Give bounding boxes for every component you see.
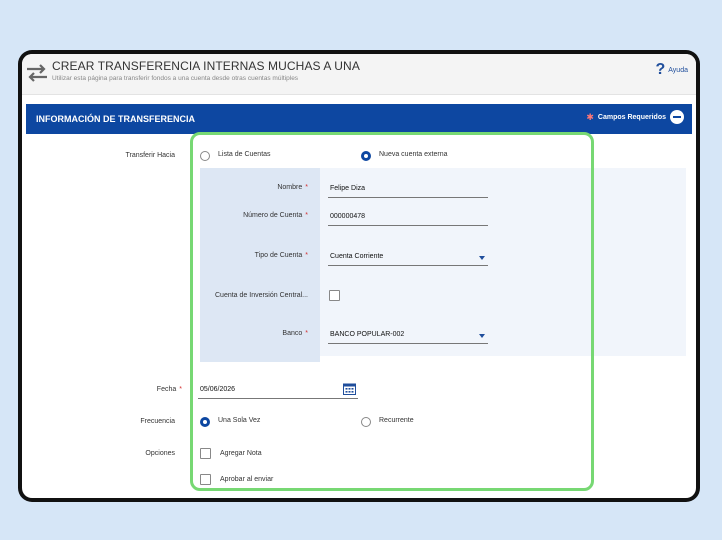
date-field[interactable]: 05/06/2026	[200, 386, 235, 393]
options-label: Opciones	[145, 450, 175, 457]
add-note-checkbox[interactable]	[200, 448, 211, 459]
required-fields-toggle[interactable]: ✱ Campos Requeridos	[586, 110, 684, 124]
account-type-select[interactable]: Cuenta Corriente	[330, 253, 383, 260]
transfer-to-label: Transferir Hacia	[125, 152, 175, 159]
approve-on-send-label: Aprobar al enviar	[220, 476, 274, 483]
date-label: Fecha *	[156, 386, 182, 393]
bank-label: Banco *	[282, 330, 308, 337]
app-screen: CREAR TRANSFERENCIA INTERNAS MUCHAS A UN…	[22, 54, 696, 498]
radio-account-list[interactable]	[200, 151, 210, 161]
radio-recurring[interactable]	[361, 417, 371, 427]
radio-recurring-label: Recurrente	[379, 417, 414, 424]
section-header: INFORMACIÓN DE TRANSFERENCIA ✱ Campos Re…	[26, 104, 692, 134]
collapse-icon[interactable]	[670, 110, 684, 124]
page-subtitle: Utilizar esta página para transferir fon…	[52, 75, 299, 82]
bank-label-text: Banco	[282, 330, 303, 337]
name-field-underline	[328, 197, 488, 198]
date-underline	[198, 398, 358, 399]
account-type-label: Tipo de Cuenta *	[254, 252, 308, 259]
page-header: CREAR TRANSFERENCIA INTERNAS MUCHAS A UN…	[22, 54, 696, 95]
account-number-underline	[328, 225, 488, 226]
account-number-label: Número de Cuenta *	[243, 212, 308, 219]
transfer-arrows-icon	[27, 64, 47, 82]
required-star-icon: ✱	[586, 111, 594, 122]
page-title: CREAR TRANSFERENCIA INTERNAS MUCHAS A UN…	[52, 59, 360, 73]
bank-underline	[328, 343, 488, 344]
chevron-down-icon[interactable]	[479, 256, 485, 260]
central-investment-checkbox[interactable]	[329, 290, 340, 301]
help-link[interactable]: ? Ayuda	[655, 62, 688, 78]
radio-external-account-label: Nueva cuenta externa	[379, 151, 448, 158]
radio-account-list-label: Lista de Cuentas	[218, 151, 271, 158]
radio-once-label: Una Sola Vez	[218, 417, 261, 424]
date-label-text: Fecha	[156, 386, 177, 393]
help-label: Ayuda	[668, 66, 688, 74]
account-type-underline	[328, 265, 488, 266]
add-note-label: Agregar Nota	[220, 450, 262, 457]
account-number-field[interactable]: 000000478	[330, 213, 365, 220]
required-fields-label: Campos Requeridos	[597, 113, 666, 121]
bank-select[interactable]: BANCO POPULAR-002	[330, 331, 404, 338]
central-investment-label: Cuenta de Inversión Central...	[215, 292, 308, 299]
approve-on-send-checkbox[interactable]	[200, 474, 211, 485]
radio-once[interactable]	[200, 417, 210, 427]
name-label: Nombre *	[277, 184, 308, 191]
device-frame: CREAR TRANSFERENCIA INTERNAS MUCHAS A UN…	[18, 50, 700, 502]
radio-external-account[interactable]	[361, 151, 371, 161]
name-field[interactable]: Felipe Diza	[330, 185, 365, 192]
name-label-text: Nombre	[277, 184, 303, 191]
help-icon: ?	[655, 61, 666, 78]
frequency-label: Frecuencia	[140, 418, 175, 425]
account-type-label-text: Tipo de Cuenta	[254, 252, 303, 259]
section-title: INFORMACIÓN DE TRANSFERENCIA	[36, 114, 195, 124]
calendar-icon[interactable]	[343, 383, 356, 395]
account-number-label-text: Número de Cuenta	[243, 212, 303, 219]
chevron-down-icon[interactable]	[479, 334, 485, 338]
